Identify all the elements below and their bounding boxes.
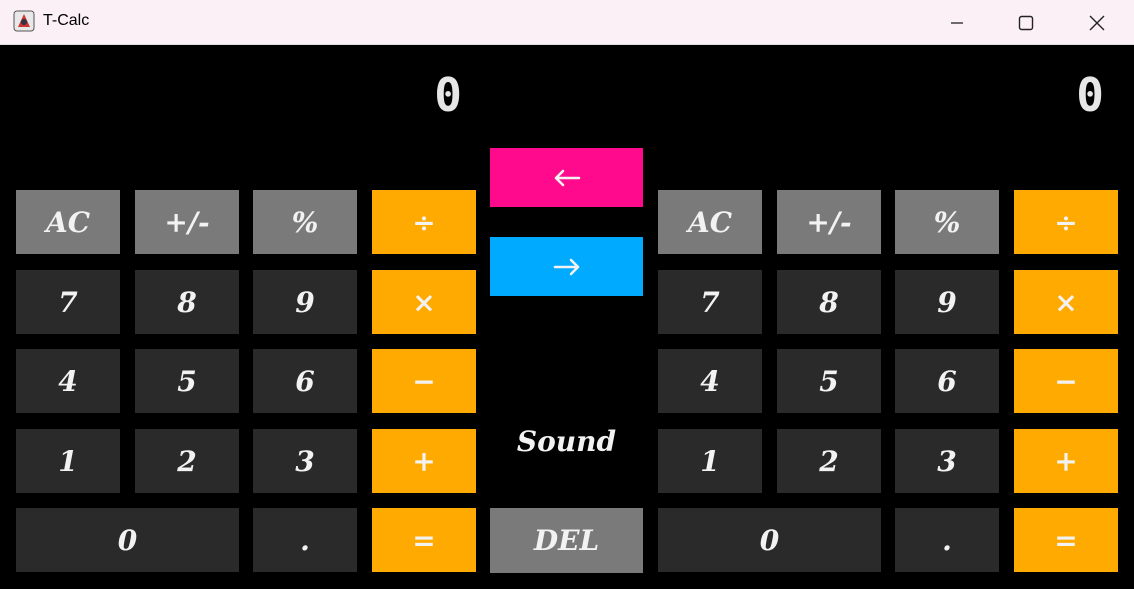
right-multiply-button[interactable]: ×	[1014, 270, 1118, 334]
left-digit-3-button[interactable]: 3	[253, 429, 357, 493]
arrow-left-icon	[554, 169, 580, 186]
left-divide-button[interactable]: ÷	[372, 190, 476, 254]
right-digit-3-button[interactable]: 3	[895, 429, 999, 493]
delete-button[interactable]: DEL	[490, 508, 643, 573]
left-digit-8-button[interactable]: 8	[135, 270, 239, 334]
left-ac-button[interactable]: AC	[16, 190, 120, 254]
right-divide-button[interactable]: ÷	[1014, 190, 1118, 254]
right-digit-7-button[interactable]: 7	[658, 270, 762, 334]
right-decimal-button[interactable]: .	[895, 508, 999, 572]
window-title: T-Calc	[43, 12, 90, 29]
right-digit-0-button[interactable]: 0	[658, 508, 881, 572]
right-percent-button[interactable]: %	[895, 190, 999, 254]
right-digit-1-button[interactable]: 1	[658, 429, 762, 493]
right-sign-button[interactable]: +/-	[777, 190, 881, 254]
close-button[interactable]	[1062, 0, 1132, 45]
transfer-right-button[interactable]	[490, 237, 643, 296]
left-digit-7-button[interactable]: 7	[16, 270, 120, 334]
minimize-button[interactable]	[922, 0, 992, 45]
maximize-button[interactable]	[991, 0, 1061, 45]
right-digit-6-button[interactable]: 6	[895, 349, 999, 413]
right-digit-5-button[interactable]: 5	[777, 349, 881, 413]
left-digit-1-button[interactable]: 1	[16, 429, 120, 493]
left-digit-6-button[interactable]: 6	[253, 349, 357, 413]
minimize-icon	[951, 21, 963, 24]
left-decimal-button[interactable]: .	[253, 508, 357, 572]
left-digit-5-button[interactable]: 5	[135, 349, 239, 413]
right-add-button[interactable]: +	[1014, 429, 1118, 493]
left-multiply-button[interactable]: ×	[372, 270, 476, 334]
left-percent-button[interactable]: %	[253, 190, 357, 254]
left-subtract-button[interactable]: −	[372, 349, 476, 413]
right-subtract-button[interactable]: −	[1014, 349, 1118, 413]
close-icon	[1089, 15, 1105, 30]
left-digit-9-button[interactable]: 9	[253, 270, 357, 334]
maximize-icon	[1018, 15, 1034, 30]
app-icon	[13, 10, 35, 32]
left-sign-button[interactable]: +/-	[135, 190, 239, 254]
left-digit-4-button[interactable]: 4	[16, 349, 120, 413]
right-ac-button[interactable]: AC	[658, 190, 762, 254]
right-digit-2-button[interactable]: 2	[777, 429, 881, 493]
left-digit-2-button[interactable]: 2	[135, 429, 239, 493]
right-digit-8-button[interactable]: 8	[777, 270, 881, 334]
sound-toggle[interactable]: Sound	[490, 425, 643, 458]
arrow-right-icon	[553, 258, 579, 275]
left-digit-0-button[interactable]: 0	[16, 508, 239, 572]
title-bar: T-Calc	[0, 0, 1134, 45]
left-equals-button[interactable]: =	[372, 508, 476, 572]
transfer-left-button[interactable]	[490, 148, 643, 207]
right-equals-button[interactable]: =	[1014, 508, 1118, 572]
left-display: 0	[434, 68, 462, 122]
right-digit-4-button[interactable]: 4	[658, 349, 762, 413]
left-add-button[interactable]: +	[372, 429, 476, 493]
right-display: 0	[1076, 68, 1104, 122]
right-digit-9-button[interactable]: 9	[895, 270, 999, 334]
